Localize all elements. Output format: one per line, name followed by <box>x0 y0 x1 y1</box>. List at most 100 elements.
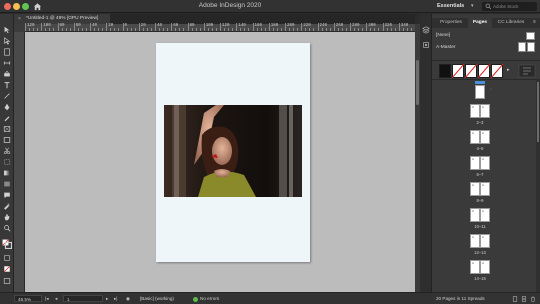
document-tab[interactable]: × *Untitled-1 @ 49% [GPU Preview] <box>14 14 110 24</box>
chevron-down-icon[interactable]: ▾ <box>471 3 474 9</box>
rectangle-tool-icon[interactable] <box>3 136 11 144</box>
first-page-nav[interactable]: |◂ <box>45 296 49 302</box>
pages-scrollbar[interactable] <box>536 80 540 294</box>
hand-tool-icon[interactable] <box>3 213 11 221</box>
line-tool-icon[interactable] <box>3 92 11 100</box>
note-tool-icon[interactable] <box>3 191 11 199</box>
spread-right-page[interactable]: A <box>480 208 490 222</box>
preflight-errors[interactable]: No errors <box>200 296 219 301</box>
spread-left-page[interactable]: A <box>470 208 480 222</box>
tab-pages[interactable]: Pages <box>468 18 492 28</box>
spread-left-page[interactable]: A <box>470 234 480 248</box>
spread-left-page[interactable]: A <box>470 260 480 274</box>
swatch-next-arrow-icon[interactable]: ▸ <box>507 67 510 73</box>
a-master[interactable]: A-Master <box>436 45 455 50</box>
spread-right-page[interactable]: A <box>480 234 490 248</box>
delete-page-icon[interactable] <box>530 296 536 302</box>
pencil-tool-icon[interactable] <box>3 114 11 122</box>
ruler-minor-tick <box>159 28 161 31</box>
last-page-nav[interactable]: ▸| <box>114 296 118 302</box>
a-master-thumb-left[interactable] <box>518 42 526 52</box>
formatting-affects-container-icon[interactable] <box>3 254 11 262</box>
layers-panel-icon[interactable] <box>422 41 430 49</box>
free-transform-tool-icon[interactable] <box>3 158 11 166</box>
content-collector-icon[interactable] <box>3 70 11 78</box>
rectangle-frame-tool-icon[interactable] <box>3 125 11 133</box>
ruler-tick <box>138 23 140 31</box>
scissors-tool-icon[interactable] <box>3 147 11 155</box>
document-page[interactable] <box>156 43 310 262</box>
ruler-minor-tick <box>289 28 291 31</box>
page-spread[interactable]: AA <box>470 130 490 144</box>
page-size-icon[interactable] <box>518 64 536 78</box>
page-size-footer-icon[interactable] <box>512 296 518 302</box>
spread-left-page[interactable]: A <box>470 156 480 170</box>
spread-left-page[interactable]: A <box>470 130 480 144</box>
pages-scroll-thumb[interactable] <box>537 82 539 142</box>
swatch-black[interactable] <box>439 64 451 78</box>
gradient-swatch-tool-icon[interactable] <box>3 169 11 177</box>
open-page-icon[interactable]: ◉ <box>126 296 130 302</box>
spread-right-page[interactable]: A <box>480 130 490 144</box>
page-spread[interactable]: AA <box>470 156 490 170</box>
gradient-feather-tool-icon[interactable] <box>3 180 11 188</box>
zoom-tool-icon[interactable] <box>3 224 11 232</box>
apply-none-icon[interactable] <box>3 265 11 273</box>
spread-right-page[interactable]: A <box>480 156 490 170</box>
spread-right-page[interactable]: A <box>480 182 490 196</box>
ruler-tick <box>57 23 59 31</box>
pages-panel-icon[interactable] <box>422 26 430 34</box>
page-spread[interactable]: AA <box>470 260 490 274</box>
page-tool-icon[interactable] <box>3 48 11 56</box>
spread-left-page[interactable]: A <box>470 104 480 118</box>
new-page-icon[interactable] <box>521 296 527 302</box>
ruler-origin[interactable] <box>14 24 25 32</box>
pasteboard[interactable] <box>25 32 415 292</box>
tab-cc-libraries[interactable]: CC Libraries <box>492 18 530 28</box>
placed-photo[interactable] <box>164 105 302 197</box>
ruler-minor-tick <box>374 28 376 31</box>
pen-tool-icon[interactable] <box>3 103 11 111</box>
direct-selection-tool-icon[interactable] <box>3 37 11 45</box>
a-master-thumb-right[interactable] <box>527 42 535 52</box>
page-spread[interactable]: AA <box>470 234 490 248</box>
fill-stroke-swatch-icon[interactable] <box>2 239 12 249</box>
type-tool-icon[interactable] <box>3 81 11 89</box>
zoom-level-field[interactable]: 49.5% <box>14 295 42 302</box>
spread-left-page[interactable]: A <box>470 182 480 196</box>
vertical-scroll-thumb[interactable] <box>416 60 419 105</box>
page-number-field[interactable]: 1 <box>63 295 103 302</box>
spread-right-page[interactable]: A <box>480 260 490 274</box>
panel-menu-icon[interactable]: ≡ <box>533 19 536 25</box>
adobe-stock-search[interactable]: Adobe Stock <box>482 2 537 11</box>
pages-list[interactable]: A A A 2–3 A A 4–5 A A 6–7 A A 8–9 A A 10–11 A A 12–13 A A 14… <box>432 80 536 294</box>
search-icon <box>485 3 492 10</box>
ruler-tick <box>220 23 221 31</box>
gap-tool-icon[interactable] <box>3 59 11 67</box>
none-master-thumb[interactable] <box>526 32 535 40</box>
ruler-tick <box>106 23 108 31</box>
page-1-thumb[interactable] <box>475 85 485 99</box>
ruler-tick <box>382 23 384 31</box>
spread-right-page[interactable]: A <box>480 104 490 118</box>
prev-page-nav[interactable]: ◂ <box>55 296 57 302</box>
page-spread[interactable]: AA <box>470 182 490 196</box>
selection-tool-icon[interactable] <box>3 26 11 34</box>
tab-properties[interactable]: Properties <box>434 18 468 28</box>
workspace-switcher[interactable]: Essentials <box>437 3 464 9</box>
ruler-tick <box>203 23 205 31</box>
preflight-profile[interactable]: [Basic] (working) <box>140 296 174 301</box>
horizontal-ruler[interactable]: 120 100 80 60 40 20 0 20 40 60 80 100 120 140 160 180 20… <box>25 23 415 32</box>
close-tab-icon[interactable]: × <box>18 14 21 24</box>
eyedropper-tool-icon[interactable] <box>3 202 11 210</box>
ruler-minor-tick <box>305 28 307 31</box>
page-spread[interactable]: AA <box>470 208 490 222</box>
vertical-ruler[interactable] <box>14 32 25 292</box>
screen-mode-icon[interactable] <box>3 277 11 285</box>
next-page-nav[interactable]: ▸ <box>106 296 108 302</box>
ruler-minor-tick <box>240 28 242 31</box>
page-spread[interactable]: AA <box>470 104 490 118</box>
none-master[interactable]: [None] <box>436 33 450 38</box>
tools-panel <box>0 14 14 294</box>
spread-label: 14–15 <box>474 276 486 281</box>
